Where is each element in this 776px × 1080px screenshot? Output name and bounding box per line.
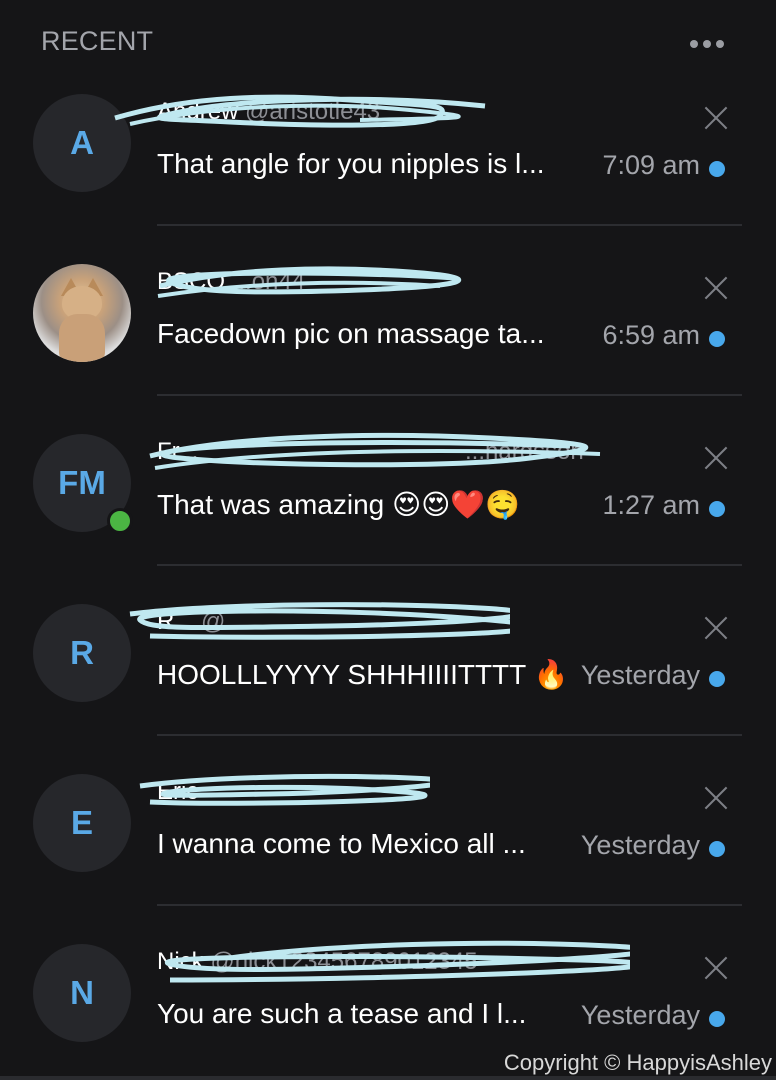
message-time: Yesterday	[580, 830, 700, 860]
unread-dot	[709, 841, 725, 857]
close-icon[interactable]	[703, 105, 729, 131]
message-time: 6:59 am	[602, 320, 700, 350]
conversation-row[interactable]: FM Fr... ...hardsson That was amazing 😍😍…	[0, 396, 776, 566]
section-title: RECENT	[41, 26, 154, 56]
sender-name: Eric	[157, 778, 199, 805]
unread-dot	[709, 1011, 725, 1027]
sender-name-line: Andrew @aristotle43	[157, 98, 380, 126]
sender-name: R...	[157, 608, 195, 635]
message-preview: HOOLLLYYYY SHHHIIIITTTT 🔥	[157, 659, 569, 690]
sender-name: Nick	[157, 948, 204, 975]
sender-handle: ...on44	[231, 268, 306, 295]
close-icon[interactable]	[703, 615, 729, 641]
sender-name-line: Eric	[157, 778, 198, 806]
message-preview: That angle for you nipples is l...	[157, 148, 545, 179]
unread-dot	[709, 501, 725, 517]
message-preview: You are such a tease and I l...	[157, 998, 527, 1029]
close-icon[interactable]	[703, 445, 729, 471]
conversation-row[interactable]: E Eric I wanna come to Mexico all ... Ye…	[0, 736, 776, 906]
sender-handle: @nick123456789012345	[210, 948, 478, 975]
unread-dot	[709, 671, 725, 687]
unread-dot	[709, 331, 725, 347]
sender-name-line: Fr... ...hardsson	[157, 438, 584, 466]
avatar: A	[33, 94, 131, 192]
avatar	[33, 264, 131, 362]
conversation-list: A Andrew @aristotle43 That angle for you…	[0, 56, 776, 1076]
sender-name-line: Nick @nick123456789012345	[157, 948, 478, 976]
message-preview: Facedown pic on massage ta...	[157, 318, 545, 349]
avatar: R	[33, 604, 131, 702]
sender-handle: @...	[201, 608, 246, 635]
avatar: E	[33, 774, 131, 872]
sender-name: Fr...	[157, 438, 199, 465]
message-time: Yesterday	[580, 660, 700, 690]
unread-dot	[709, 161, 725, 177]
sender-name-line: R... @...	[157, 608, 245, 636]
sender-handle: @aristotle43	[245, 98, 381, 125]
close-icon[interactable]	[703, 275, 729, 301]
cat-body	[59, 314, 105, 362]
conversation-row[interactable]: BSCO ...on44 Facedown pic on massage ta.…	[0, 226, 776, 396]
message-preview: That was amazing 😍😍❤️🤤	[157, 489, 521, 520]
conversation-row[interactable]: A Andrew @aristotle43 That angle for you…	[0, 56, 776, 226]
copyright-watermark: Copyright © HappyisAshley	[503, 1050, 772, 1075]
online-status-dot	[107, 508, 133, 534]
sender-name-line: BSCO ...on44	[157, 268, 305, 296]
sender-handle: ...hardsson	[465, 438, 584, 465]
avatar: N	[33, 944, 131, 1042]
message-time: 1:27 am	[602, 490, 700, 520]
message-time: Yesterday	[580, 1000, 700, 1030]
sender-name: BSCO	[157, 268, 226, 295]
conversation-row[interactable]: R R... @... HOOLLLYYYY SHHHIIIITTTT 🔥 Ye…	[0, 566, 776, 736]
sender-name: Andrew	[157, 98, 239, 125]
more-horizontal-icon[interactable]	[690, 36, 730, 52]
message-time: 7:09 am	[602, 150, 700, 180]
close-icon[interactable]	[703, 955, 729, 981]
bottom-divider	[0, 1076, 776, 1080]
close-icon[interactable]	[703, 785, 729, 811]
message-preview: I wanna come to Mexico all ...	[157, 828, 526, 859]
